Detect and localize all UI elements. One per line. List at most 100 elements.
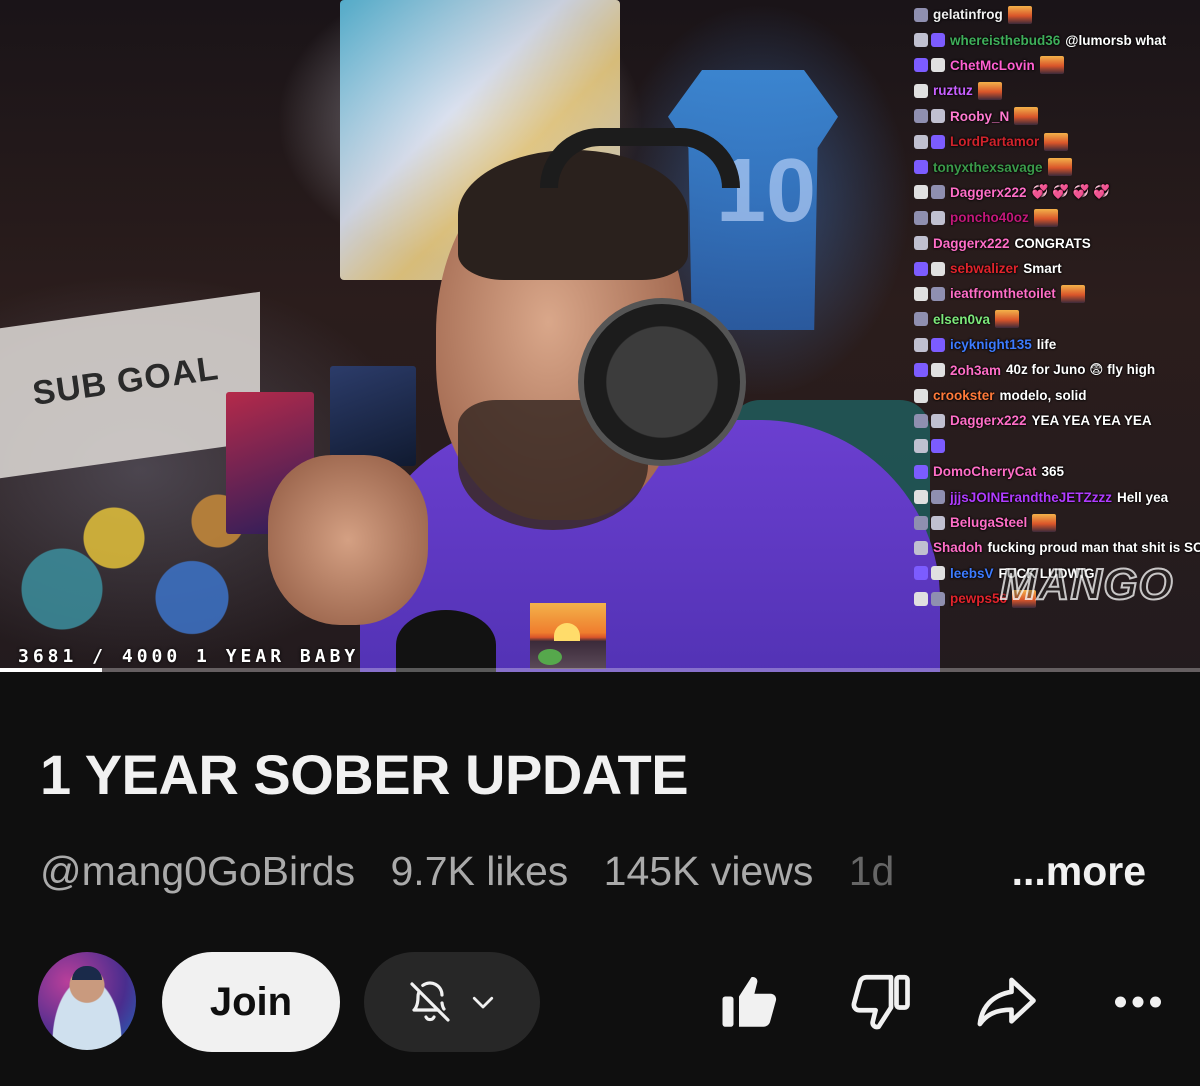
- chat-message: Daggerx222 YEA YEA YEA YEA: [914, 408, 1200, 433]
- chat-message: [914, 434, 1200, 459]
- chat-username: Shadoh: [933, 540, 983, 556]
- chat-username: gelatinfrog: [933, 7, 1003, 23]
- chat-message: gelatinfrog: [914, 2, 1200, 27]
- chat-badge-icon: [931, 591, 945, 606]
- sunset-emote-icon: [977, 81, 1002, 100]
- chat-username: tonyxthexsavage: [933, 159, 1043, 175]
- channel-handle[interactable]: @mang0GoBirds: [40, 848, 355, 894]
- chat-text: fucking proud man that shit is SO hard: [987, 540, 1200, 556]
- chat-message: jjjsJOINErandtheJETZzzz Hell yea: [914, 484, 1200, 509]
- chat-badges: [914, 83, 928, 98]
- video-title: 1 YEAR SOBER UPDATE: [40, 743, 689, 806]
- chat-badges: [914, 388, 928, 403]
- chat-badges: [914, 464, 928, 479]
- chat-badge-icon: [914, 109, 928, 124]
- chat-message: Shadoh fucking proud man that shit is SO …: [914, 535, 1200, 560]
- chat-badge-icon: [931, 210, 945, 225]
- chat-badges: [914, 33, 945, 48]
- chat-badges: [914, 312, 928, 327]
- chat-message: ieatfromthetoilet: [914, 281, 1200, 306]
- upload-date-truncated: 1d: [848, 848, 895, 894]
- video-progress-bar[interactable]: [0, 668, 1200, 672]
- sunset-emote-icon: [1039, 56, 1064, 75]
- notification-bell-button[interactable]: [364, 952, 540, 1052]
- chat-badge-icon: [931, 134, 945, 149]
- chat-badges: [914, 490, 945, 505]
- chat-badges: [914, 261, 945, 276]
- chat-badge-icon: [914, 388, 928, 403]
- chat-message: Daggerx222 💞 💞 💞 💞: [914, 180, 1200, 205]
- more-button[interactable]: ...more: [935, 848, 1146, 900]
- background-game-box: [330, 366, 416, 466]
- chat-username: icyknight135: [950, 337, 1032, 353]
- chat-username: leebsV: [950, 565, 994, 581]
- chat-badges: [914, 413, 945, 428]
- channel-watermark: MANGO: [999, 559, 1174, 610]
- channel-avatar[interactable]: [38, 952, 136, 1050]
- chat-username: Daggerx222: [950, 413, 1027, 429]
- chat-badge-icon: [914, 261, 928, 276]
- view-count: 145K views: [603, 848, 814, 894]
- sunset-emote-icon: [995, 310, 1020, 329]
- join-button[interactable]: Join: [162, 952, 340, 1052]
- video-player[interactable]: 10 SUB GOAL gelatinfrog whereisthebud36 @l…: [0, 0, 1200, 672]
- more-options-button[interactable]: [1102, 966, 1174, 1038]
- chat-username: whereisthebud36: [950, 32, 1061, 48]
- chat-username: 2oh3am: [950, 362, 1002, 378]
- chat-message: ruztuz: [914, 78, 1200, 103]
- video-progress-fill: [0, 668, 102, 672]
- chat-message: crookster modelo, solid: [914, 383, 1200, 408]
- like-button[interactable]: [714, 966, 786, 1038]
- sunset-emote-icon: [1033, 208, 1058, 227]
- chat-badge-icon: [914, 439, 928, 454]
- chat-badges: [914, 363, 945, 378]
- chat-text: Hell yea: [1117, 489, 1169, 505]
- chat-badge-icon: [914, 33, 928, 48]
- chat-badges: [914, 160, 928, 175]
- chat-badge-icon: [931, 261, 945, 276]
- chat-badges: [914, 286, 945, 301]
- chat-username: ChetMcLovin: [950, 57, 1035, 73]
- chat-username: DomoCherryCat: [933, 464, 1037, 480]
- streamer-hand: [268, 455, 428, 625]
- sunset-emote-icon: [1060, 284, 1085, 303]
- chat-message: LordPartamor: [914, 129, 1200, 154]
- sunset-emote-icon: [1047, 158, 1072, 177]
- chat-username: Rooby_N: [950, 108, 1010, 124]
- bell-off-icon: [406, 978, 454, 1026]
- microphone: [396, 610, 496, 672]
- chat-badge-icon: [914, 7, 928, 22]
- chat-message: ChetMcLovin: [914, 53, 1200, 78]
- chat-text: 40z for Juno 😨 fly high: [1006, 362, 1156, 378]
- chat-username: Daggerx222: [933, 235, 1010, 251]
- chat-username: pewps56: [950, 591, 1008, 607]
- chat-message: DomoCherryCat 365: [914, 459, 1200, 484]
- chat-badge-icon: [914, 337, 928, 352]
- chat-message: BelugaSteel: [914, 510, 1200, 535]
- chat-badge-icon: [914, 363, 928, 378]
- like-icon: [717, 969, 783, 1035]
- chat-badge-icon: [931, 337, 945, 352]
- chat-username: ruztuz: [933, 83, 973, 99]
- chat-message: poncho40oz: [914, 205, 1200, 230]
- share-icon: [973, 969, 1039, 1035]
- share-button[interactable]: [970, 966, 1042, 1038]
- chat-badge-icon: [914, 464, 928, 479]
- chat-badge-icon: [914, 236, 928, 251]
- chat-text: Smart: [1023, 261, 1062, 277]
- chat-badge-icon: [914, 566, 928, 581]
- chat-badge-icon: [914, 58, 928, 73]
- chat-badge-icon: [931, 109, 945, 124]
- chat-username: crookster: [933, 388, 995, 404]
- chat-badge-icon: [914, 490, 928, 505]
- chat-badge-icon: [931, 58, 945, 73]
- chat-username: BelugaSteel: [950, 515, 1028, 530]
- sunset-emote-icon: [1014, 107, 1039, 126]
- sunset-emote-icon: [1044, 132, 1069, 151]
- chat-username: LordPartamor: [950, 134, 1040, 150]
- chat-badges: [914, 236, 928, 251]
- dislike-icon: [847, 969, 913, 1035]
- chat-badge-icon: [931, 439, 945, 454]
- dislike-button[interactable]: [844, 966, 916, 1038]
- video-meta-row[interactable]: @mang0GoBirds 9.7K likes 145K views 1d .…: [40, 848, 1170, 900]
